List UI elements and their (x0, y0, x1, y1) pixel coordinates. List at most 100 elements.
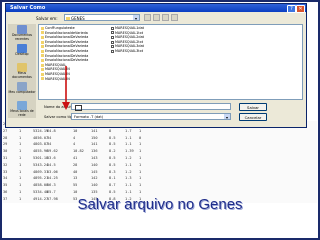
listing-cell: 8.7 (109, 183, 116, 188)
folder-icon (41, 72, 44, 76)
up-folder-icon[interactable] (153, 14, 160, 21)
listing-cell: 41 (73, 155, 78, 160)
chevron-down-icon[interactable]: ▾ (224, 114, 230, 120)
file-name: MARESQUAL3txt (115, 48, 144, 53)
listing-cell: 34 (3, 176, 8, 181)
listing-cell: 150 (91, 135, 98, 140)
listing-cell: 1 (139, 169, 142, 174)
listing-cell: 1 (139, 189, 142, 194)
listing-cell: 5324.19 (33, 128, 49, 133)
file-type-dropdown[interactable]: Formato .T (dat) ▾ (71, 113, 231, 120)
listing-cell: 1.1 (125, 189, 132, 194)
listing-cell: 1.2 (125, 169, 132, 174)
listing-cell: 34 (47, 142, 52, 147)
listing-cell: 1 (19, 183, 22, 188)
folder-icon (41, 40, 44, 44)
listing-cell: 140 (91, 162, 98, 167)
listing-cell: 1.1 (125, 183, 132, 188)
listing-cell: 1 (19, 162, 22, 167)
view-menu-icon[interactable] (171, 14, 178, 21)
places-bar: Documentos recentes Desktop Meus documento… (8, 24, 36, 118)
document-icon (111, 35, 114, 39)
listing-cell: 4803.87 (33, 142, 49, 147)
file-item[interactable]: MARESQUAL3txt (111, 49, 171, 54)
folder-icon (41, 45, 44, 49)
help-button[interactable]: ? (287, 5, 296, 13)
place-label: Desktop (15, 52, 29, 56)
listing-cell: 34 (47, 135, 52, 140)
listing-cell: 4 (73, 135, 76, 140)
listing-cell: 8.5 (109, 189, 116, 194)
folder-icon (41, 31, 44, 35)
listing-cell: 55 (73, 183, 78, 188)
listing-cell: 1 (19, 142, 22, 147)
listing-row: 27 1 5324.19 64.8 10 141 8 1.7 1 (3, 128, 317, 135)
listing-cell: 1 (139, 155, 142, 160)
folder-icon (41, 26, 44, 30)
listing-cell: 54.25 (47, 176, 58, 181)
file-name-input[interactable] (71, 103, 231, 111)
listing-row: 34 1 4895.21 54.25 13 142 8.1 1.3 1 (3, 175, 317, 182)
listing-cell: 1.2 (125, 155, 132, 160)
listing-cell: 5301.18 (33, 155, 49, 160)
document-icon (111, 31, 114, 35)
listing-cell: 4855.96 (33, 149, 49, 154)
folder-icon (41, 63, 44, 67)
listing-cell: 8.1 (109, 176, 116, 181)
listing-cell: 5343.24 (33, 162, 49, 167)
place-item[interactable]: Meus documentos (8, 62, 36, 81)
place-item[interactable]: Desktop (8, 43, 36, 62)
back-icon[interactable] (144, 14, 151, 21)
dialog-title: Salvar Como (10, 5, 46, 11)
listing-cell: 29 (3, 142, 8, 147)
listing-cell: 56.3 (47, 183, 56, 188)
document-icon (111, 40, 114, 44)
cancel-button[interactable]: Cancelar (239, 113, 267, 121)
document-icon (111, 45, 114, 49)
place-label: Meus locais de rede (10, 109, 34, 117)
listing-cell: 10 (73, 128, 78, 133)
place-item[interactable]: Documentos recentes (8, 24, 36, 43)
close-button[interactable]: ✕ (296, 5, 305, 13)
listing-cell: 143 (91, 155, 98, 160)
listing-cell: 1 (19, 128, 22, 133)
chevron-down-icon[interactable]: ▾ (133, 15, 139, 21)
navigation-toolbar (144, 14, 178, 21)
listing-cell: 10 (73, 189, 78, 194)
listing-cell: 1.1 (125, 162, 132, 167)
listing-cell: 1.3 (125, 176, 132, 181)
listing-cell: 1.1 (125, 142, 132, 147)
listing-cell: 53.6 (47, 155, 56, 160)
listing-cell: 1 (139, 128, 142, 133)
new-folder-icon[interactable] (162, 14, 169, 21)
listing-cell: 8 (109, 128, 112, 133)
listing-cell: 53.06 (47, 169, 58, 174)
listing-cell: 4856.07 (33, 135, 49, 140)
save-as-dialog: Salvar Como ? ✕ Salvar em: GENES ▾ Docum… (5, 3, 307, 128)
save-button[interactable]: Salvar (239, 103, 267, 111)
listing-row: 36 1 5334.48 65.7 10 135 8.5 1.1 1 (3, 189, 317, 196)
place-label: Documentos recentes (11, 33, 33, 41)
listing-cell: 1 (19, 135, 22, 140)
listing-cell: 1 (19, 169, 22, 174)
place-item[interactable]: Meus locais de rede (8, 100, 36, 119)
listing-cell: 8.5 (109, 142, 116, 147)
listing-cell: 28 (73, 162, 78, 167)
save-in-dropdown[interactable]: GENES ▾ (64, 14, 140, 21)
listing-cell: 4869.31 (33, 169, 49, 174)
save-in-label: Salvar em: (36, 16, 58, 21)
data-listing: 2614832.7460.081014081.512715324.1964.81… (3, 121, 317, 203)
listing-cell: 59.62 (47, 149, 58, 154)
listing-cell: 140 (91, 183, 98, 188)
listing-cell: 1 (139, 149, 142, 154)
place-item[interactable]: Meu computador (8, 81, 36, 100)
listing-cell: 36 (3, 189, 8, 194)
listing-row: 33 1 4869.31 53.06 40 145 8.3 1.2 1 (3, 169, 317, 176)
listing-cell: 1 (19, 149, 22, 154)
listing-cell: 8.2 (109, 149, 116, 154)
listing-row: 31 1 5301.18 53.6 41 143 8.5 1.2 1 (3, 155, 317, 162)
listing-cell: 28 (3, 135, 8, 140)
listing-cell: 13 (73, 176, 78, 181)
listing-row: 32 1 5343.24 54.5 28 140 8.5 1.1 1 (3, 162, 317, 169)
listing-cell: 1.7 (125, 128, 132, 133)
